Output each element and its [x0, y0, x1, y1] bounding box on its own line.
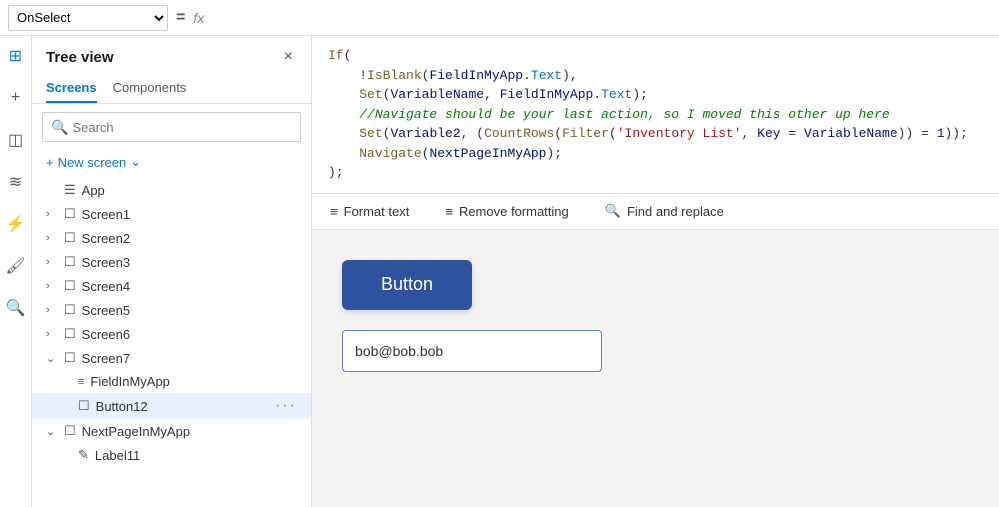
chevron-icon: › — [46, 208, 60, 220]
canvas-area: Button bob@bob.bob — [312, 230, 999, 507]
tree-item-field-in-myapp[interactable]: ≡ FieldInMyApp — [32, 370, 311, 393]
item-label: Label11 — [95, 448, 297, 463]
button-icon: ☐ — [78, 398, 90, 414]
tree-tabs: Screens Components — [32, 74, 311, 104]
app-icon: ☰ — [64, 182, 76, 198]
chevron-icon: › — [46, 280, 60, 292]
item-label: Screen1 — [82, 207, 297, 222]
close-button[interactable]: × — [280, 46, 297, 68]
format-text-button[interactable]: ≡ Format text — [324, 200, 415, 223]
tab-components[interactable]: Components — [113, 74, 187, 103]
chevron-icon: › — [46, 232, 60, 244]
item-label: FieldInMyApp — [90, 374, 297, 389]
chevron-icon: ⌄ — [46, 425, 60, 438]
search-icon: 🔍 — [51, 119, 68, 136]
tree-item-label11[interactable]: ✎ Label11 — [32, 443, 311, 467]
tree-panel: Tree view × Screens Components 🔍 + New s… — [32, 36, 312, 507]
screen-icon: ☐ — [64, 206, 76, 222]
paint-icon[interactable]: 🖌 — [4, 254, 28, 278]
fx-label: fx — [193, 10, 204, 26]
item-label: Screen2 — [82, 231, 297, 246]
on-select-dropdown[interactable]: OnSelect — [8, 5, 168, 31]
plus-icon: + — [46, 155, 54, 170]
search-input[interactable] — [72, 120, 292, 135]
screen-icon: ☐ — [64, 350, 76, 366]
tree-item-screen3[interactable]: › ☐ Screen3 — [32, 250, 311, 274]
equals-symbol: = — [176, 9, 185, 27]
add-icon[interactable]: + — [4, 86, 28, 110]
tree-item-screen4[interactable]: › ☐ Screen4 — [32, 274, 311, 298]
item-label: Screen5 — [82, 303, 297, 318]
connections-icon[interactable]: ⚡ — [4, 212, 28, 236]
chevron-icon: ⌄ — [46, 352, 60, 365]
tree-item-app[interactable]: ☰ App — [32, 178, 311, 202]
search-icon[interactable]: 🔍 — [4, 296, 28, 320]
tree-item-screen5[interactable]: › ☐ Screen5 — [32, 298, 311, 322]
button-label: Button — [381, 274, 433, 295]
component-icon[interactable]: ◫ — [4, 128, 28, 152]
chevron-icon: › — [46, 256, 60, 268]
tree-item-screen6[interactable]: › ☐ Screen6 — [32, 322, 311, 346]
input-value: bob@bob.bob — [355, 343, 443, 359]
right-area: If( !IsBlank(FieldInMyApp.Text), Set(Var… — [312, 36, 999, 507]
screen-icon: ☐ — [64, 326, 76, 342]
chevron-down-icon: ⌄ — [130, 154, 141, 170]
input-control[interactable]: bob@bob.bob — [342, 330, 602, 372]
search-box: 🔍 — [42, 112, 301, 142]
top-bar: OnSelect = fx — [0, 0, 999, 36]
find-replace-label: Find and replace — [627, 204, 724, 219]
code-editor[interactable]: If( !IsBlank(FieldInMyApp.Text), Set(Var… — [312, 36, 999, 194]
chevron-icon: › — [46, 304, 60, 316]
tree-header: Tree view × — [32, 36, 311, 74]
format-text-icon: ≡ — [330, 204, 338, 219]
screen-icon: ☐ — [64, 230, 76, 246]
more-options-icon[interactable]: ··· — [275, 397, 297, 415]
icon-rail: ⊞ + ◫ ≋ ⚡ 🖌 🔍 — [0, 36, 32, 507]
item-label: Button12 — [96, 399, 271, 414]
find-replace-button[interactable]: 🔍 Find and replace — [599, 199, 730, 223]
tree-item-nextpage[interactable]: ⌄ ☐ NextPageInMyApp — [32, 419, 311, 443]
new-screen-label: New screen — [58, 155, 127, 170]
item-label: App — [82, 183, 297, 198]
remove-formatting-button[interactable]: ≡ Remove formatting — [439, 200, 574, 223]
variables-icon[interactable]: ≋ — [4, 170, 28, 194]
field-icon: ≡ — [78, 376, 84, 388]
tree-item-screen1[interactable]: › ☐ Screen1 — [32, 202, 311, 226]
tree-item-screen7[interactable]: ⌄ ☐ Screen7 — [32, 346, 311, 370]
item-label: Screen3 — [82, 255, 297, 270]
format-text-label: Format text — [344, 204, 410, 219]
tree-item-screen2[interactable]: › ☐ Screen2 — [32, 226, 311, 250]
find-icon: 🔍 — [605, 203, 621, 219]
chevron-icon: › — [46, 328, 60, 340]
screen-icon: ☐ — [64, 278, 76, 294]
screen-icon: ☐ — [64, 254, 76, 270]
main-layout: ⊞ + ◫ ≋ ⚡ 🖌 🔍 Tree view × Screens Compon… — [0, 36, 999, 507]
layers-icon[interactable]: ⊞ — [4, 44, 28, 68]
tree-title: Tree view — [46, 49, 114, 66]
tab-screens[interactable]: Screens — [46, 74, 97, 103]
item-label: Screen4 — [82, 279, 297, 294]
item-label: NextPageInMyApp — [82, 424, 297, 439]
button-control[interactable]: Button — [342, 260, 472, 310]
screen-icon: ☐ — [64, 302, 76, 318]
label-icon: ✎ — [78, 447, 89, 463]
item-label: Screen7 — [82, 351, 297, 366]
item-label: Screen6 — [82, 327, 297, 342]
remove-formatting-label: Remove formatting — [459, 204, 569, 219]
remove-format-icon: ≡ — [445, 204, 453, 219]
new-screen-button[interactable]: + New screen ⌄ — [32, 150, 311, 174]
fx-button[interactable]: fx — [193, 10, 204, 26]
screen-icon: ☐ — [64, 423, 76, 439]
tree-item-button12[interactable]: ☐ Button12 ··· — [32, 393, 311, 419]
format-toolbar: ≡ Format text ≡ Remove formatting 🔍 Find… — [312, 194, 999, 230]
tree-items: ☰ App › ☐ Screen1 › ☐ Screen2 › ☐ Screen… — [32, 178, 311, 507]
